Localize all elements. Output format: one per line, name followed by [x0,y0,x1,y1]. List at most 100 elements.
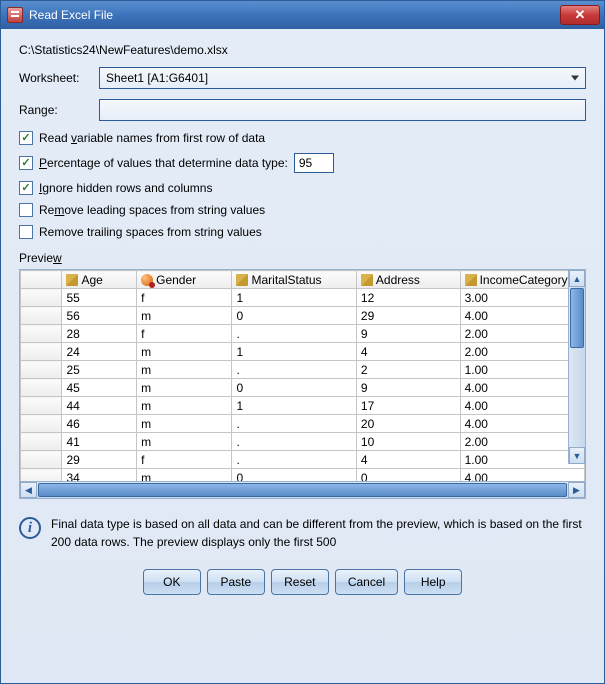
table-cell[interactable]: m [137,433,232,451]
table-cell[interactable]: 44 [62,397,137,415]
table-cell[interactable]: 1 [232,289,356,307]
remove-leading-label: Remove leading spaces from string values [39,203,265,217]
dialog-content: C:\Statistics24\NewFeatures\demo.xlsx Wo… [1,29,604,683]
row-header[interactable] [21,343,62,361]
table-cell[interactable]: 1 [232,397,356,415]
table-cell[interactable]: 56 [62,307,137,325]
table-cell[interactable]: 3.00 [460,289,584,307]
vertical-scrollbar[interactable]: ▲ ▼ [568,270,585,464]
row-header[interactable] [21,451,62,469]
cancel-button[interactable]: Cancel [335,569,398,595]
table-cell[interactable]: . [232,415,356,433]
table-cell[interactable]: 20 [356,415,460,433]
col-header-incomecategory[interactable]: IncomeCategory [460,271,584,289]
close-button[interactable]: ✕ [560,5,600,25]
row-header[interactable] [21,433,62,451]
table-cell[interactable]: . [232,325,356,343]
table-cell[interactable]: . [232,433,356,451]
col-header-age[interactable]: Age [62,271,137,289]
table-cell[interactable]: 1.00 [460,361,584,379]
table-cell[interactable]: 9 [356,379,460,397]
table-cell[interactable]: 2.00 [460,433,584,451]
table-cell[interactable]: 9 [356,325,460,343]
pct-values-checkbox[interactable] [19,156,33,170]
chevron-down-icon [571,76,579,81]
paste-button[interactable]: Paste [207,569,265,595]
table-cell[interactable]: 45 [62,379,137,397]
table-cell[interactable]: m [137,307,232,325]
range-input[interactable] [99,99,586,121]
table-cell[interactable]: f [137,289,232,307]
col-header-maritalstatus[interactable]: MaritalStatus [232,271,356,289]
table-cell[interactable]: 0 [232,379,356,397]
table-cell[interactable]: 55 [62,289,137,307]
table-cell[interactable]: m [137,415,232,433]
table-cell[interactable]: 4 [356,451,460,469]
table-cell[interactable]: 4.00 [460,397,584,415]
table-cell[interactable]: 12 [356,289,460,307]
remove-trailing-checkbox[interactable] [19,225,33,239]
table-cell[interactable]: 34 [62,469,137,482]
help-button[interactable]: Help [404,569,462,595]
table-cell[interactable]: m [137,343,232,361]
table-cell[interactable]: 4.00 [460,469,584,482]
table-cell[interactable]: m [137,397,232,415]
row-header[interactable] [21,397,62,415]
table-row: 28 f.92.00 [21,325,585,343]
table-cell[interactable]: 10 [356,433,460,451]
table-cell[interactable]: 1.00 [460,451,584,469]
table-cell[interactable]: 24 [62,343,137,361]
worksheet-combo[interactable]: Sheet1 [A1:G6401] [99,67,586,89]
ok-button[interactable]: OK [143,569,201,595]
table-cell[interactable]: 28 [62,325,137,343]
table-cell[interactable]: 4.00 [460,415,584,433]
table-cell[interactable]: 2 [356,361,460,379]
table-cell[interactable]: 4.00 [460,379,584,397]
table-cell[interactable]: 17 [356,397,460,415]
table-cell[interactable]: 0 [232,307,356,325]
table-cell[interactable]: 0 [356,469,460,482]
vertical-scroll-thumb[interactable] [570,288,584,348]
table-cell[interactable]: 2.00 [460,343,584,361]
table-cell[interactable]: 25 [62,361,137,379]
table-cell[interactable]: 46 [62,415,137,433]
scroll-left-button[interactable]: ◀ [20,482,37,498]
horizontal-scroll-thumb[interactable] [38,483,567,497]
table-cell[interactable]: 0 [232,469,356,482]
table-cell[interactable]: 29 [62,451,137,469]
table-cell[interactable]: . [232,451,356,469]
row-header[interactable] [21,361,62,379]
table-cell[interactable]: 4.00 [460,307,584,325]
table-cell[interactable]: m [137,361,232,379]
row-header[interactable] [21,469,62,482]
table-cell[interactable]: . [232,361,356,379]
read-varnames-row: Read variable names from first row of da… [19,131,586,145]
table-cell[interactable]: f [137,325,232,343]
pct-values-input[interactable] [294,153,334,173]
scale-icon [361,274,373,286]
scroll-down-button[interactable]: ▼ [569,447,585,464]
col-header-gender[interactable]: Gender [137,271,232,289]
horizontal-scrollbar[interactable]: ◀ ▶ [20,481,585,498]
table-cell[interactable]: 29 [356,307,460,325]
scroll-right-button[interactable]: ▶ [568,482,585,498]
col-header-address[interactable]: Address [356,271,460,289]
table-cell[interactable]: f [137,451,232,469]
reset-button[interactable]: Reset [271,569,329,595]
row-header[interactable] [21,307,62,325]
table-cell[interactable]: m [137,469,232,482]
table-cell[interactable]: 41 [62,433,137,451]
table-cell[interactable]: 4 [356,343,460,361]
scroll-up-button[interactable]: ▲ [569,270,585,287]
table-cell[interactable]: m [137,379,232,397]
read-varnames-checkbox[interactable] [19,131,33,145]
table-cell[interactable]: 1 [232,343,356,361]
ignore-hidden-checkbox[interactable] [19,181,33,195]
vertical-scroll-track[interactable] [569,349,585,447]
row-header[interactable] [21,415,62,433]
remove-leading-checkbox[interactable] [19,203,33,217]
row-header[interactable] [21,289,62,307]
row-header[interactable] [21,325,62,343]
table-cell[interactable]: 2.00 [460,325,584,343]
row-header[interactable] [21,379,62,397]
